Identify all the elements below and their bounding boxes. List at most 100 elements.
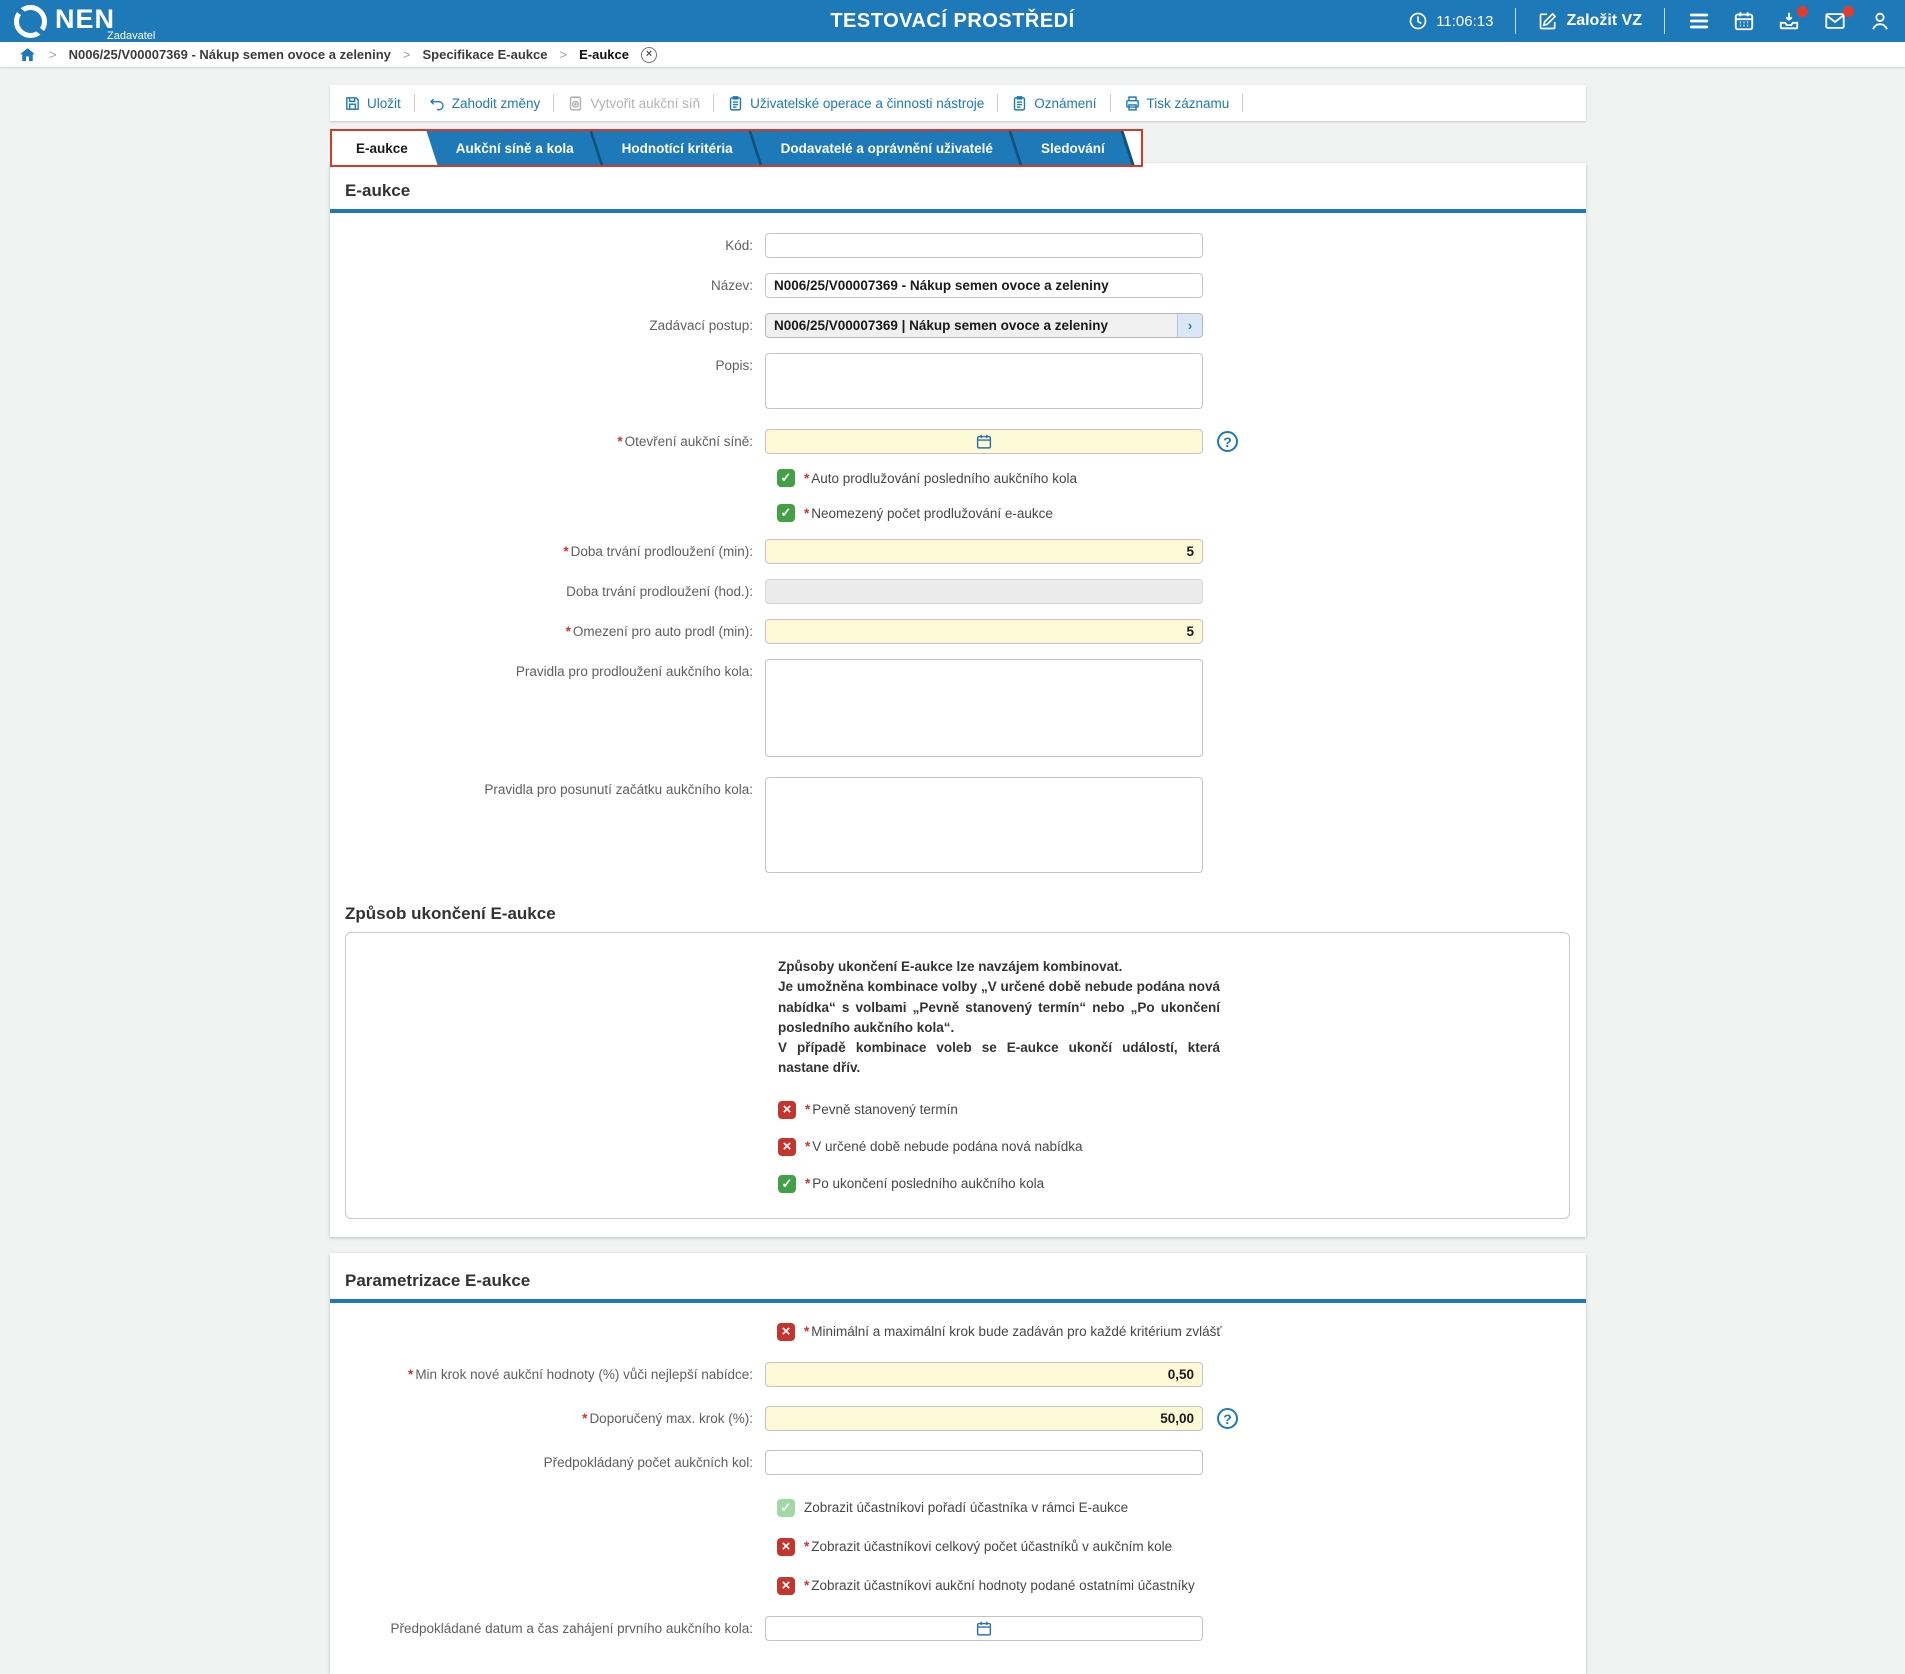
toolbar-divider xyxy=(997,94,999,112)
doba-trvani-hod-input xyxy=(765,579,1203,604)
help-icon[interactable] xyxy=(1217,431,1238,452)
celkovy-pocet-checkbox[interactable] xyxy=(777,1537,795,1556)
menu-icon[interactable] xyxy=(1687,10,1711,32)
otevreni-sine-label: * Otevření aukční síně: xyxy=(617,434,753,449)
pevny-termin-checkbox[interactable] xyxy=(778,1100,796,1119)
discard-changes-button[interactable]: Zahodit změny xyxy=(424,95,545,111)
aukcni-hodnoty-checkbox[interactable] xyxy=(777,1576,795,1595)
neomezeny-pocet-checkbox[interactable] xyxy=(777,504,795,522)
omezeni-auto-prodl-label: * Omezení pro auto prodl (min): xyxy=(565,624,753,639)
user-icon[interactable] xyxy=(1869,10,1891,32)
pocet-kol-input[interactable] xyxy=(765,1449,1203,1475)
otevreni-sine-date-input[interactable] xyxy=(765,429,1203,454)
help-icon[interactable] xyxy=(1217,1407,1238,1429)
tab-hodnotici-kriteria[interactable]: Hodnotící kritéria xyxy=(592,131,763,165)
urcena-doba-checkbox-row: *V určené době nebude podána nová nabídk… xyxy=(778,1137,1569,1156)
datum-zahajeni-label: Předpokládané datum a čas zahájení první… xyxy=(390,1620,754,1636)
nen-logo[interactable]: NEN Zadavatel xyxy=(14,3,156,42)
zadavaci-postup-open-button[interactable]: › xyxy=(1177,314,1202,337)
save-button[interactable]: Uložit xyxy=(340,95,405,112)
auto-prodluzovani-checkbox[interactable] xyxy=(777,469,795,487)
toolbar-divider xyxy=(1242,94,1244,112)
datum-zahajeni-date-input[interactable] xyxy=(765,1615,1203,1641)
record-toolbar: Uložit Zahodit změny Vytvořit aukční síň… xyxy=(330,85,1586,121)
home-icon[interactable] xyxy=(18,46,37,64)
section-card-e-aukce: E-aukce Kód: Název: Zadávací postup: › P… xyxy=(330,163,1586,1237)
popis-label: Popis: xyxy=(715,358,753,373)
edit-icon xyxy=(1538,11,1558,31)
pravidla-prodlouzeni-label: Pravidla pro prodloužení aukčního kola: xyxy=(515,664,753,679)
auto-prodluzovani-checkbox-row: *Auto prodlužování posledního aukčního k… xyxy=(777,469,1586,487)
breadcrumb-item-procedure[interactable]: N006/25/V00007369 - Nákup semen ovoce a … xyxy=(69,47,391,62)
breadcrumb-separator: > xyxy=(402,47,411,62)
pevny-termin-checkbox-row: *Pevně stanovený termín xyxy=(778,1100,1569,1119)
header-divider xyxy=(1664,8,1665,34)
undo-icon xyxy=(429,98,444,111)
calendar-icon[interactable] xyxy=(1733,10,1755,32)
clock-icon xyxy=(1408,11,1428,31)
section-card-parametrizace: Parametrizace E-aukce *Minimální a maxim… xyxy=(330,1252,1586,1674)
kod-input[interactable] xyxy=(765,233,1203,258)
tab-dodavatele-a-opravneni-uzivatele[interactable]: Dodavatelé a oprávnění uživatelé xyxy=(751,131,1023,165)
min-max-krok-checkbox-row: *Minimální a maximální krok bude zadáván… xyxy=(777,1322,1586,1341)
nazev-input[interactable] xyxy=(765,273,1203,298)
mail-notification-badge xyxy=(1843,6,1854,17)
toolbar-divider xyxy=(413,94,415,112)
aukcni-hodnoty-checkbox-row: *Zobrazit účastníkovi aukční hodnoty pod… xyxy=(777,1576,1586,1595)
poradi-checkbox xyxy=(777,1498,795,1517)
clipboard-icon xyxy=(729,95,742,111)
section-title-e-aukce: E-aukce xyxy=(345,181,411,200)
urcena-doba-checkbox[interactable] xyxy=(778,1137,796,1156)
inbox-icon[interactable] xyxy=(1777,6,1808,32)
poradi-checkbox-row: Zobrazit účastníkovi pořadí účastníka v … xyxy=(777,1498,1586,1517)
tab-sledovani[interactable]: Sledování xyxy=(1011,131,1135,165)
doba-trvani-min-label: * Doba trvání prodloužení (min): xyxy=(563,544,753,559)
celkovy-pocet-checkbox-row: *Zobrazit účastníkovi celkový počet účas… xyxy=(777,1537,1586,1556)
server-time: 11:06:13 xyxy=(1408,11,1493,31)
breadcrumb-separator: > xyxy=(49,47,57,62)
section-title-parametrizace: Parametrizace E-aukce xyxy=(345,1270,531,1290)
brand-subtitle: Zadavatel xyxy=(107,30,156,42)
po-ukonceni-checkbox[interactable] xyxy=(778,1174,796,1193)
min-krok-label: * Min krok nové aukční hodnoty (%) vůči n… xyxy=(408,1366,753,1382)
user-operations-button[interactable]: Uživatelské operace a činnosti nástroje xyxy=(723,95,988,112)
printer-icon xyxy=(1125,95,1139,111)
kod-label: Kód: xyxy=(725,238,753,253)
zpusob-ukonceni-info-text: Způsoby ukončení E-aukce lze navzájem ko… xyxy=(778,959,1220,1076)
omezeni-auto-prodl-input[interactable] xyxy=(765,619,1203,644)
breadcrumb-item-specification[interactable]: Specifikace E-aukce xyxy=(422,47,547,62)
section-title-zpusob-ukonceni: Způsob ukončení E-aukce xyxy=(345,904,556,923)
breadcrumb: > N006/25/V00007369 - Nákup semen ovoce … xyxy=(0,42,1905,67)
mail-icon[interactable] xyxy=(1823,6,1854,32)
min-max-krok-checkbox[interactable] xyxy=(777,1322,795,1341)
po-ukonceni-checkbox-row: *Po ukončení posledního aukčního kola xyxy=(778,1174,1569,1193)
breadcrumb-separator: > xyxy=(559,47,568,62)
create-vz-button[interactable]: Založit VZ xyxy=(1538,11,1642,31)
print-record-button[interactable]: Tisk záznamu xyxy=(1120,95,1234,112)
record-tabs: E-aukce Aukční síně a kola Hodnotící kri… xyxy=(330,129,1143,167)
pravidla-posunuti-textarea[interactable] xyxy=(765,777,1203,873)
announcements-button[interactable]: Oznámení xyxy=(1007,95,1100,112)
create-auction-hall-button: Vytvořit aukční síň xyxy=(563,95,704,112)
doporuceny-max-krok-input[interactable] xyxy=(765,1405,1203,1431)
tab-e-aukce[interactable]: E-aukce xyxy=(332,131,432,165)
toolbar-divider xyxy=(553,94,555,112)
toolbar-divider xyxy=(1109,94,1111,112)
doba-trvani-hod-label: Doba trvání prodloužení (hod.): xyxy=(566,584,753,599)
popis-textarea[interactable] xyxy=(765,353,1203,409)
nazev-label: Název: xyxy=(710,278,753,293)
zpusob-ukonceni-box: Způsoby ukončení E-aukce lze navzájem ko… xyxy=(345,932,1570,1219)
app-header: NEN Zadavatel TESTOVACÍ PROSTŘEDÍ 11:06:… xyxy=(0,0,1905,42)
auction-hall-icon xyxy=(570,95,582,111)
zadavaci-postup-label: Zadávací postup: xyxy=(649,318,753,333)
neomezeny-pocet-checkbox-row: *Neomezený počet prodlužování e-aukce xyxy=(777,504,1586,522)
tab-aukcni-sine-a-kola[interactable]: Aukční síně a kola xyxy=(426,131,604,165)
doba-trvani-min-input[interactable] xyxy=(765,539,1203,564)
close-record-icon[interactable]: × xyxy=(640,46,657,63)
min-krok-input[interactable] xyxy=(765,1361,1203,1387)
header-divider xyxy=(1515,8,1517,34)
pravidla-prodlouzeni-textarea[interactable] xyxy=(765,659,1203,757)
clipboard-icon xyxy=(1014,95,1026,111)
save-icon xyxy=(346,96,359,110)
zadavaci-postup-input xyxy=(765,313,1203,338)
